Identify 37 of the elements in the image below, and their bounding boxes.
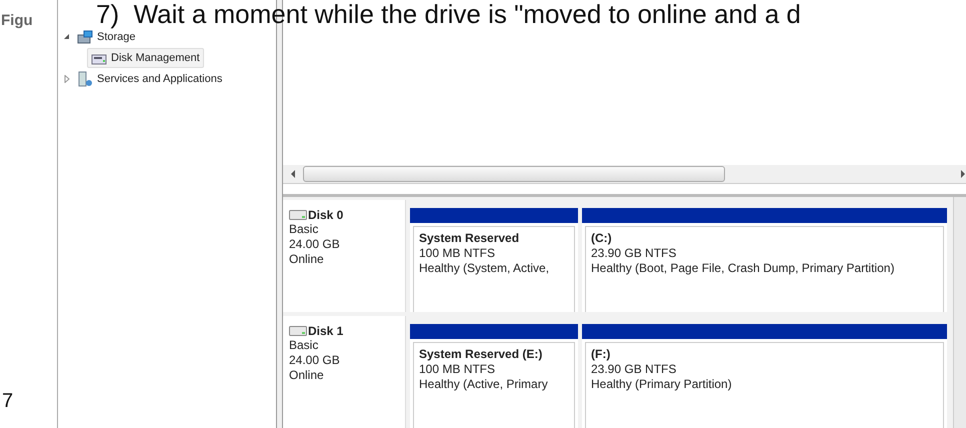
tree-item[interactable]: Disk Management xyxy=(87,48,204,68)
horizontal-scrollbar[interactable] xyxy=(283,165,966,184)
disk-drive-icon xyxy=(289,210,307,220)
partition-block[interactable]: (C:) 23.90 GB NTFS Healthy (Boot, Page File, Crash Dump, Primary Partition) xyxy=(582,208,947,312)
partition-block[interactable]: System Reserved 100 MB NTFS Healthy (System, Active, xyxy=(410,208,578,312)
collapse-arrow-icon[interactable] xyxy=(63,32,71,40)
page-number: 7 xyxy=(2,390,14,413)
partition-status: Healthy (Active, Primary xyxy=(419,377,549,392)
disk-size: 24.00 GB xyxy=(289,353,341,368)
disk-name: Disk 0 xyxy=(308,208,344,222)
vertical-scrollbar[interactable] xyxy=(953,197,966,428)
partition-status: Healthy (Boot, Page File, Crash Dump, Primary Partition) xyxy=(591,261,896,276)
storage-icon xyxy=(77,28,93,44)
figure-caption: Figu xyxy=(1,12,33,29)
partition-size: 23.90 GB NTFS xyxy=(591,246,678,261)
partition-size: 23.90 GB NTFS xyxy=(591,362,678,377)
disk-drive-icon xyxy=(289,326,307,336)
disk-status: Online xyxy=(289,252,325,267)
partition-block[interactable]: (F:) 23.90 GB NTFS Healthy (Primary Partition) xyxy=(582,324,947,428)
partition-size: 100 MB NTFS xyxy=(419,362,496,377)
partition-name: System Reserved xyxy=(419,230,520,246)
partition-size: 100 MB NTFS xyxy=(419,246,496,261)
tree-item[interactable]: Services and Applications xyxy=(73,68,226,88)
partition-status: Healthy (Primary Partition) xyxy=(591,377,733,392)
partition-block[interactable]: System Reserved (E:) 100 MB NTFS Healthy (Active, Primary xyxy=(410,324,578,428)
disk-status: Online xyxy=(289,368,325,383)
partition-name: (C:) xyxy=(591,230,613,246)
disk-name: Disk 1 xyxy=(308,324,344,338)
scroll-thumb[interactable] xyxy=(303,166,725,182)
disk-type: Basic xyxy=(289,222,320,237)
partition-name: (F:) xyxy=(591,346,612,362)
partition-status: Healthy (System, Active, xyxy=(419,261,550,276)
step-heading: 7) Wait a moment while the drive is "moved to online and a d xyxy=(96,2,801,26)
disk-size: 24.00 GB xyxy=(289,237,341,252)
expand-arrow-icon[interactable] xyxy=(63,74,71,82)
disk-type: Basic xyxy=(289,338,320,353)
partition-name: System Reserved (E:) xyxy=(419,346,544,362)
